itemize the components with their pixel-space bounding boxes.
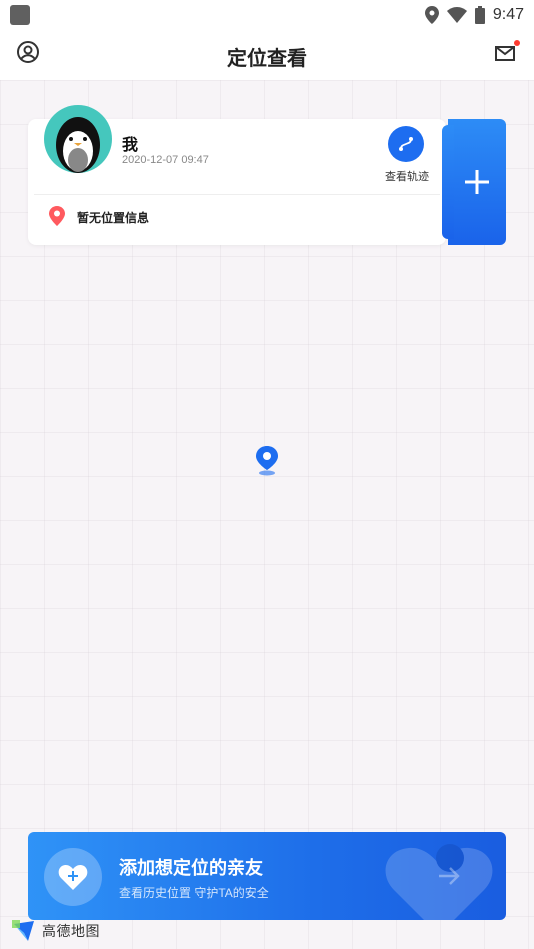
plus-icon — [465, 170, 489, 194]
member-name: 我 — [122, 137, 139, 154]
app-notification-icon — [10, 5, 30, 25]
status-bar: 9:47 — [0, 0, 534, 30]
banner-title: 添加想定位的亲友 — [119, 858, 263, 878]
status-time: 9:47 — [492, 6, 524, 23]
location-status-text: 暂无位置信息 — [77, 211, 150, 225]
battery-icon — [474, 6, 485, 24]
add-member-button[interactable] — [442, 119, 506, 245]
location-card[interactable]: 我 2020-12-07 09:47 查看轨迹 暂无位置信息 — [28, 105, 446, 245]
track-route-icon — [399, 137, 413, 151]
divider — [34, 194, 440, 195]
arrow-right-icon — [439, 867, 460, 885]
amap-logo-text: 高德地图 — [42, 923, 100, 939]
add-friend-banner[interactable]: 添加想定位的亲友 查看历史位置 守护TA的安全 — [28, 832, 506, 920]
amap-logo-icon — [12, 920, 34, 941]
page-title: 定位查看 — [227, 48, 307, 70]
map-location-marker-icon — [256, 446, 278, 476]
amap-logo: 高德地图 — [12, 920, 100, 942]
app-bar: 定位查看 — [0, 30, 534, 80]
location-pin-icon — [49, 206, 65, 226]
location-status-icon — [424, 6, 439, 24]
update-time: 2020-12-07 09:47 — [122, 154, 209, 166]
message-button[interactable] — [494, 40, 520, 64]
view-track-label[interactable]: 查看轨迹 — [378, 168, 436, 184]
banner-subtitle: 查看历史位置 守护TA的安全 — [119, 886, 269, 900]
view-track-button[interactable] — [388, 126, 424, 162]
penguin-avatar-icon — [56, 117, 100, 173]
mail-icon — [495, 46, 515, 61]
avatar[interactable] — [44, 105, 112, 173]
unread-dot — [514, 40, 520, 46]
banner-heart-icon — [44, 848, 102, 906]
wifi-icon — [446, 7, 467, 23]
